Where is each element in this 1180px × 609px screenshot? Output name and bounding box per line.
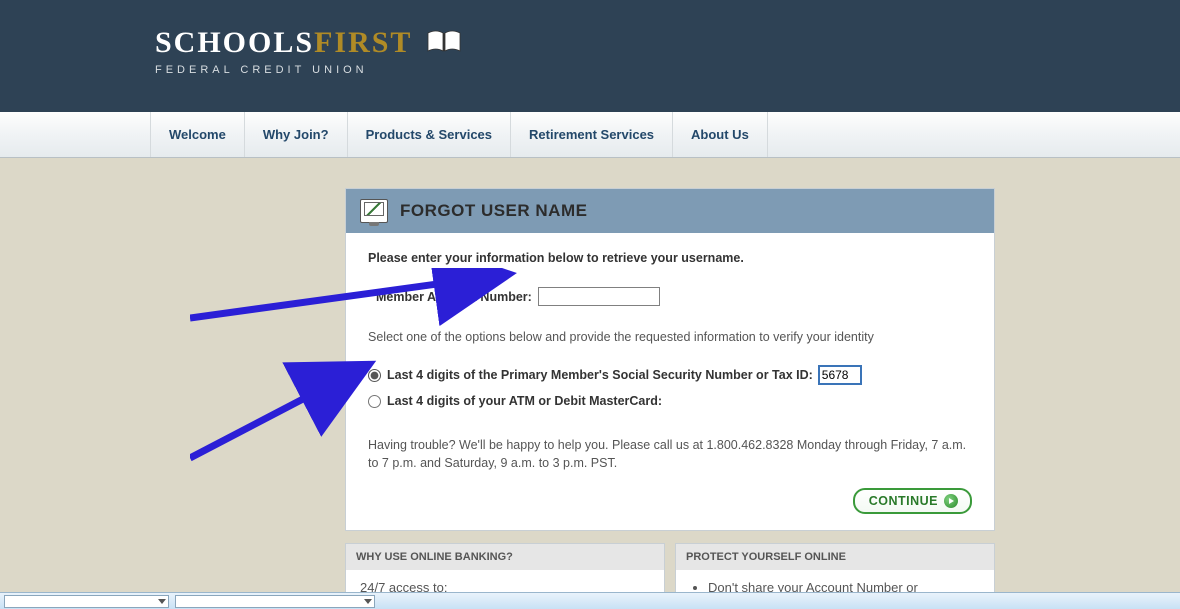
panel-header: FORGOT USER NAME <box>346 189 994 233</box>
option-ssn-radio[interactable] <box>368 369 381 382</box>
continue-label: CONTINUE <box>869 494 938 508</box>
chevron-down-icon <box>364 599 372 604</box>
monitor-icon <box>360 199 388 223</box>
nav-retirement-services[interactable]: Retirement Services <box>511 112 673 157</box>
main-content: FORGOT USER NAME Please enter your infor… <box>0 158 1180 606</box>
account-number-label: Member Account Number: <box>376 290 532 304</box>
option-atm-radio[interactable] <box>368 395 381 408</box>
account-number-input[interactable] <box>538 287 660 306</box>
status-dropdown-1[interactable] <box>4 595 169 608</box>
site-header: SCHOOLSFIRST FEDERAL CREDIT UNION <box>0 0 1180 112</box>
option-ssn-input[interactable] <box>819 366 861 384</box>
option-atm-row: Last 4 digits of your ATM or Debit Maste… <box>368 394 972 408</box>
nav-products-services[interactable]: Products & Services <box>348 112 511 157</box>
chevron-down-icon <box>158 599 166 604</box>
nav-about-us[interactable]: About Us <box>673 112 768 157</box>
option-ssn-label: Last 4 digits of the Primary Member's So… <box>387 368 813 382</box>
option-ssn-row: Last 4 digits of the Primary Member's So… <box>368 366 972 384</box>
logo-subtitle: FEDERAL CREDIT UNION <box>155 64 1180 76</box>
play-circle-icon <box>944 494 958 508</box>
status-bar <box>0 592 1180 609</box>
help-text: Having trouble? We'll be happy to help y… <box>368 436 972 472</box>
protect-yourself-title: PROTECT YOURSELF ONLINE <box>676 544 994 570</box>
forgot-username-panel: FORGOT USER NAME Please enter your infor… <box>345 188 995 531</box>
option-atm-label: Last 4 digits of your ATM or Debit Maste… <box>387 394 662 408</box>
main-nav: Welcome Why Join? Products & Services Re… <box>0 112 1180 158</box>
account-number-row: Member Account Number: <box>368 287 972 306</box>
nav-welcome[interactable]: Welcome <box>150 112 245 157</box>
why-online-banking-title: WHY USE ONLINE BANKING? <box>346 544 664 570</box>
nav-why-join[interactable]: Why Join? <box>245 112 348 157</box>
book-icon <box>426 29 462 58</box>
logo: SCHOOLSFIRST <box>155 26 1180 60</box>
continue-button[interactable]: CONTINUE <box>853 488 972 514</box>
instruction-primary: Please enter your information below to r… <box>368 251 972 265</box>
panel-title: FORGOT USER NAME <box>400 201 587 221</box>
button-row: CONTINUE <box>368 488 972 514</box>
logo-word-first: FIRST <box>314 26 412 59</box>
logo-word-schools: SCHOOLS <box>155 26 314 59</box>
panel-body: Please enter your information below to r… <box>346 233 994 530</box>
instruction-secondary: Select one of the options below and prov… <box>368 330 972 344</box>
status-dropdown-2[interactable] <box>175 595 375 608</box>
